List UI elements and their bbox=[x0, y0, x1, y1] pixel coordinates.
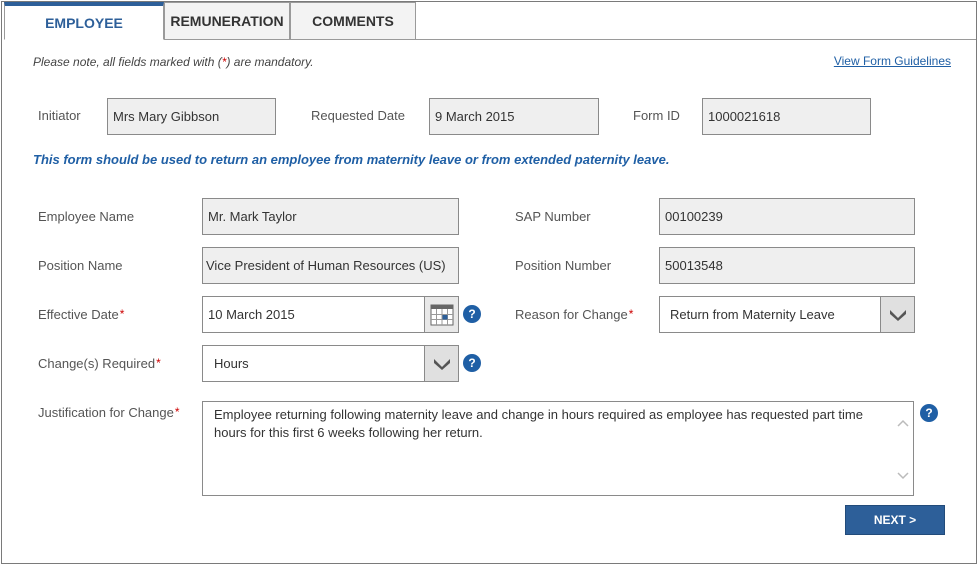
tab-remuneration[interactable]: REMUNERATION bbox=[164, 2, 290, 40]
position-number-field: 50013548 bbox=[659, 247, 915, 284]
sap-number-label: SAP Number bbox=[515, 209, 591, 224]
calendar-button[interactable] bbox=[424, 297, 458, 332]
form-id-field: 1000021618 bbox=[702, 98, 871, 135]
next-button[interactable]: NEXT > bbox=[845, 505, 945, 535]
calendar-icon bbox=[430, 304, 453, 325]
employee-name-field: Mr. Mark Taylor bbox=[202, 198, 459, 235]
form-id-label: Form ID bbox=[633, 108, 680, 123]
position-number-label: Position Number bbox=[515, 258, 612, 273]
scroll-down-icon[interactable] bbox=[897, 471, 909, 481]
tab-bar: EMPLOYEE REMUNERATION COMMENTS bbox=[4, 2, 416, 40]
requested-date-field: 9 March 2015 bbox=[429, 98, 599, 135]
initiator-label: Initiator bbox=[38, 108, 81, 123]
changes-required-select[interactable]: Hours bbox=[202, 345, 459, 382]
justification-textarea[interactable]: Employee returning following maternity l… bbox=[202, 401, 914, 496]
reason-dropdown-button[interactable] bbox=[880, 297, 914, 332]
scroll-up-icon[interactable] bbox=[897, 418, 909, 428]
form-purpose-text: This form should be used to return an em… bbox=[33, 152, 670, 167]
mandatory-note: Please note, all fields marked with (*) … bbox=[33, 55, 314, 69]
justification-help-icon[interactable]: ? bbox=[920, 404, 938, 422]
position-name-label: Position Name bbox=[38, 258, 123, 273]
changes-required-label: Change(s) Required* bbox=[38, 356, 161, 371]
justification-label: Justification for Change* bbox=[38, 405, 180, 420]
employee-name-label: Employee Name bbox=[38, 209, 135, 224]
requested-date-label: Requested Date bbox=[311, 108, 405, 123]
view-form-guidelines-link[interactable]: View Form Guidelines bbox=[834, 54, 951, 68]
chevron-down-icon bbox=[889, 309, 906, 321]
sap-number-field: 00100239 bbox=[659, 198, 915, 235]
initiator-field: Mrs Mary Gibbson bbox=[107, 98, 276, 135]
changes-dropdown-button[interactable] bbox=[424, 346, 458, 381]
effective-date-label: Effective Date* bbox=[38, 307, 125, 322]
chevron-down-icon bbox=[433, 358, 450, 370]
position-name-field: Vice President of Human Resources (US) bbox=[202, 247, 459, 284]
changes-required-help-icon[interactable]: ? bbox=[463, 354, 481, 372]
tab-comments[interactable]: COMMENTS bbox=[290, 2, 416, 40]
reason-for-change-select[interactable]: Return from Maternity Leave bbox=[659, 296, 915, 333]
reason-for-change-label: Reason for Change* bbox=[515, 307, 634, 322]
effective-date-help-icon[interactable]: ? bbox=[463, 305, 481, 323]
tab-divider bbox=[415, 39, 976, 40]
tab-employee[interactable]: EMPLOYEE bbox=[4, 2, 164, 40]
effective-date-input[interactable]: 10 March 2015 bbox=[202, 296, 459, 333]
